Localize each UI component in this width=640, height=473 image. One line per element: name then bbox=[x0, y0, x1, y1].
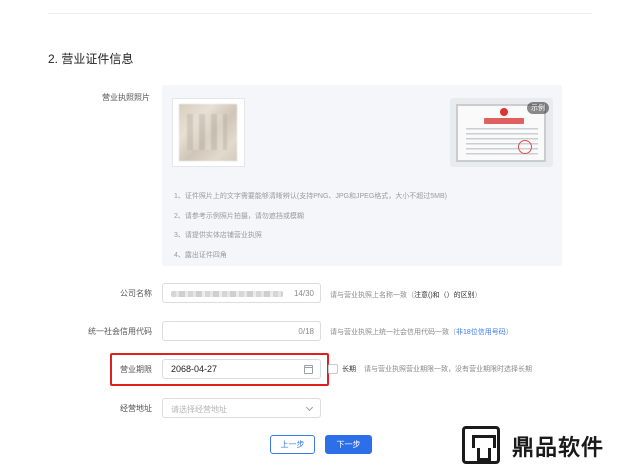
business-term-label: 营业期限 bbox=[120, 365, 152, 374]
section-title: 2. 营业证件信息 bbox=[48, 52, 134, 66]
tip-item: 4、露出证件四角 bbox=[174, 251, 227, 259]
chevron-down-icon bbox=[305, 403, 314, 412]
national-emblem-icon bbox=[500, 108, 508, 116]
example-doc-title bbox=[484, 118, 524, 124]
uploaded-license-thumbnail[interactable] bbox=[172, 98, 245, 167]
business-address-select[interactable]: 请选择经营地址 bbox=[162, 398, 321, 418]
watermark-text: 鼎品软件 bbox=[512, 435, 605, 460]
business-term-value: 2068-04-27 bbox=[171, 364, 218, 374]
long-term-checkbox[interactable] bbox=[328, 364, 338, 374]
license-example-card[interactable]: 示例 bbox=[450, 98, 553, 167]
top-divider bbox=[48, 13, 592, 14]
business-term-hint: 请与营业执照营业期限一致，没有营业期限时选择长期 bbox=[364, 366, 532, 373]
credit-code-hint: 请与营业执照上统一社会信用代码一致（非18位信用号码） bbox=[330, 327, 513, 337]
license-photo-label: 营业执照照片 bbox=[102, 93, 150, 102]
watermark-logo-icon bbox=[462, 426, 500, 464]
company-name-hint-suffix: ） bbox=[474, 292, 482, 299]
business-address-label: 经营地址 bbox=[120, 404, 152, 413]
company-name-input[interactable]: 14/30 bbox=[162, 283, 321, 303]
company-name-hint-strong: 注意()和（）的区别 bbox=[414, 292, 475, 299]
company-name-hint-prefix: 请与营业执照上名称一致（ bbox=[330, 292, 414, 299]
credit-code-hint-link[interactable]: 非18位信用号码 bbox=[456, 329, 506, 336]
tip-item: 3、请提供实体店铺营业执照 bbox=[174, 232, 262, 239]
credit-code-counter: 0/18 bbox=[298, 327, 314, 336]
company-name-hint: 请与营业执照上名称一致（注意()和（）的区别） bbox=[330, 290, 482, 300]
example-badge: 示例 bbox=[527, 102, 549, 114]
calendar-icon bbox=[304, 365, 313, 374]
credit-code-label: 统一社会信用代码 bbox=[88, 327, 152, 336]
business-term-date-picker[interactable]: 2068-04-27 bbox=[162, 359, 321, 379]
blurred-license-image bbox=[179, 104, 237, 161]
credit-code-hint-prefix: 请与营业执照上统一社会信用代码一致（ bbox=[330, 329, 456, 336]
license-tips: 1、证件照片上的文字需要能够清晰辨认(支持PNG、JPG和JPEG格式，大小不超… bbox=[174, 187, 447, 265]
business-address-placeholder: 请选择经营地址 bbox=[171, 405, 227, 414]
tip-item: 2、请参考示例照片拍摄，请勿遮挡或模糊 bbox=[174, 212, 304, 220]
blurred-company-name bbox=[171, 291, 283, 297]
long-term-label[interactable]: 长期 bbox=[342, 364, 356, 374]
company-name-label: 公司名称 bbox=[120, 289, 152, 298]
previous-step-button[interactable]: 上一步 bbox=[270, 435, 315, 454]
company-name-counter: 14/30 bbox=[293, 289, 314, 298]
watermark: 鼎品软件 bbox=[462, 424, 622, 468]
license-upload-panel: 示例 1、证件照片上的文字需要能够清晰辨认(支持PNG、JPG和JPEG格式，大… bbox=[162, 85, 562, 266]
next-step-button[interactable]: 下一步 bbox=[325, 435, 372, 454]
credit-code-hint-suffix: ） bbox=[505, 329, 513, 336]
tip-item: 1、证件照片上的文字需要能够清晰辨认(支持PNG、JPG和JPEG格式，大小不超… bbox=[174, 193, 448, 200]
credit-code-input[interactable]: 0/18 bbox=[162, 321, 321, 341]
example-stamp-icon bbox=[518, 140, 532, 154]
